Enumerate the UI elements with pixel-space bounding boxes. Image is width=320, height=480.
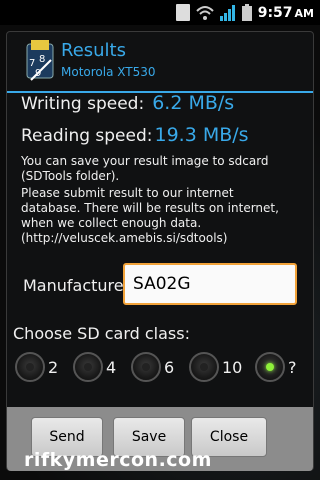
manufacturer-field[interactable]: [123, 263, 297, 305]
writing-speed-label: Writing speed:: [21, 94, 145, 114]
writing-speed-value: 6.2 MB/s: [152, 92, 235, 114]
radio-label: 2: [48, 357, 59, 377]
radio-indicator: [84, 363, 92, 371]
radio-button-icon[interactable]: [189, 352, 219, 382]
radio-button-icon[interactable]: [15, 352, 45, 382]
device-name: Motorola XT530: [61, 65, 156, 79]
usb-debug-icon: [175, 4, 190, 21]
sd-class-label: Choose SD card class:: [13, 324, 190, 343]
radio-class-10[interactable]: 10: [189, 352, 242, 382]
dialog-title: Results: [61, 40, 126, 61]
submit-note: Please submit result to our internet dat…: [21, 186, 279, 245]
battery-icon: [241, 4, 252, 21]
results-dialog: 7 8 9 Results Motorola XT530 Writing spe…: [6, 31, 314, 471]
radio-label: ?: [288, 357, 297, 377]
signal-icon: [219, 4, 236, 21]
radio-button-icon[interactable]: [131, 352, 161, 382]
radio-class-2[interactable]: 2: [15, 352, 58, 382]
sdtools-app-icon: 7 8 9: [21, 40, 61, 86]
radio-indicator: [142, 363, 150, 371]
radio-class-unknown[interactable]: ?: [255, 352, 297, 382]
radio-indicator-selected: [266, 363, 274, 371]
writing-speed-row: Writing speed: 6.2 MB/s: [21, 92, 234, 114]
radio-button-icon[interactable]: [73, 352, 103, 382]
radio-label: 10: [222, 357, 243, 377]
watermark-text: rifkymercon.com: [24, 449, 212, 471]
radio-label: 6: [164, 357, 175, 377]
reading-speed-label: Reading speed:: [21, 126, 153, 146]
radio-class-4[interactable]: 4: [73, 352, 116, 382]
reading-speed-value: 19.3 MB/s: [154, 124, 249, 146]
status-bar: 9:57 AM: [0, 0, 320, 25]
radio-class-6[interactable]: 6: [131, 352, 174, 382]
radio-label: 4: [106, 357, 117, 377]
wifi-icon: [195, 5, 214, 21]
status-time: 9:57 AM: [257, 4, 314, 21]
reading-speed-row: Reading speed: 19.3 MB/s: [21, 124, 249, 146]
radio-indicator: [200, 363, 208, 371]
manufacturer-label: Manufacturer:: [23, 276, 136, 295]
radio-button-icon[interactable]: [255, 352, 285, 382]
radio-indicator: [26, 363, 34, 371]
dialog-header: 7 8 9 Results Motorola XT530: [7, 32, 313, 90]
sd-class-radio-group: 2 4 6 10 ?: [15, 352, 315, 388]
save-note: You can save your result image to sdcard…: [21, 154, 269, 183]
svg-text:8: 8: [39, 54, 45, 65]
